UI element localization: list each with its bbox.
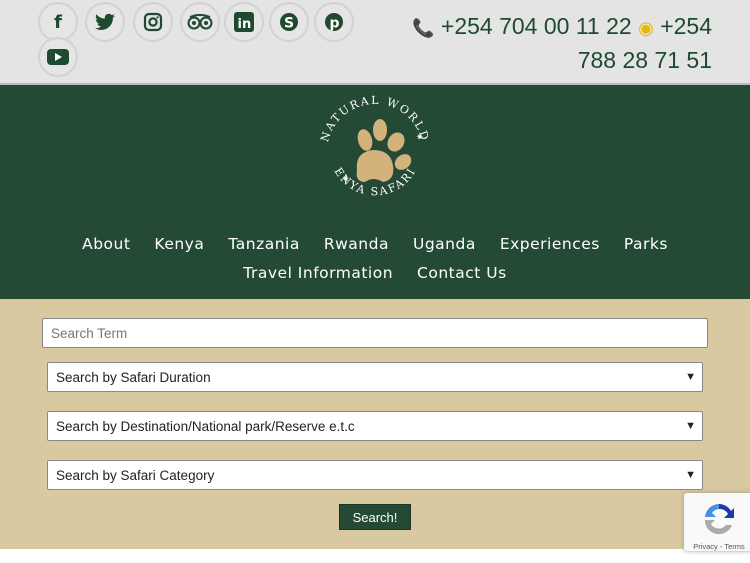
logo[interactable]: NATURAL WORLD KENYA SAFARIS ✷ ✷ [305,90,445,210]
header: NATURAL WORLD KENYA SAFARIS ✷ ✷ About Ken… [0,85,750,299]
search-panel: Search Term Search by Safari Duration ▼ S… [0,299,750,549]
nav-kenya[interactable]: Kenya [154,235,204,253]
recaptcha-badge[interactable]: Privacy - Terms [684,493,750,551]
svg-text:p: p [330,16,340,32]
pinterest-icon[interactable]: p [314,2,354,42]
search-button[interactable]: Search! [339,504,411,530]
nav-tanzania[interactable]: Tanzania [228,235,300,253]
recaptcha-links[interactable]: Privacy - Terms [684,542,750,551]
chevron-down-icon: ▼ [685,469,696,481]
chevron-down-icon: ▼ [685,371,696,383]
instagram-icon[interactable] [133,2,173,42]
destination-select-value: Search by Destination/National park/Rese… [56,418,355,434]
nav-rwanda[interactable]: Rwanda [324,235,389,253]
whatsapp-icon: ◉ [638,18,654,38]
duration-select[interactable]: Search by Safari Duration ▼ [47,362,703,392]
facebook-icon[interactable]: f [38,2,78,42]
svg-text:S: S [284,16,294,32]
nav-contact-us[interactable]: Contact Us [417,264,507,282]
duration-select-value: Search by Safari Duration [56,369,211,385]
svg-text:✷: ✷ [416,133,424,143]
twitter-icon[interactable] [85,2,125,42]
skype-icon[interactable]: S [269,2,309,42]
nav-parks[interactable]: Parks [624,235,668,253]
recaptcha-icon [705,504,734,535]
top-bar: f in S p 📞 +254 704 00 11 22 ◉ +254 788 … [0,0,750,85]
nav-about[interactable]: About [82,235,130,253]
youtube-icon[interactable] [38,37,78,77]
contact-info: 📞 +254 704 00 11 22 ◉ +254 788 28 71 51 [372,10,712,76]
search-term-input[interactable]: Search Term [42,318,708,348]
phone-icon: 📞 [412,18,435,38]
svg-text:✷: ✷ [342,175,350,185]
destination-select[interactable]: Search by Destination/National park/Rese… [47,411,703,441]
chevron-down-icon: ▼ [685,420,696,432]
nav-experiences[interactable]: Experiences [500,235,600,253]
phone-number[interactable]: +254 704 00 11 22 [441,13,632,39]
linkedin-icon[interactable]: in [224,2,264,42]
category-select-value: Search by Safari Category [56,467,215,483]
nav-uganda[interactable]: Uganda [413,235,476,253]
nav-travel-information[interactable]: Travel Information [243,264,393,282]
category-select[interactable]: Search by Safari Category ▼ [47,460,703,490]
main-nav: About Kenya Tanzania Rwanda Uganda Experience… [60,230,690,288]
tripadvisor-icon[interactable] [180,2,220,42]
svg-text:in: in [238,17,252,32]
